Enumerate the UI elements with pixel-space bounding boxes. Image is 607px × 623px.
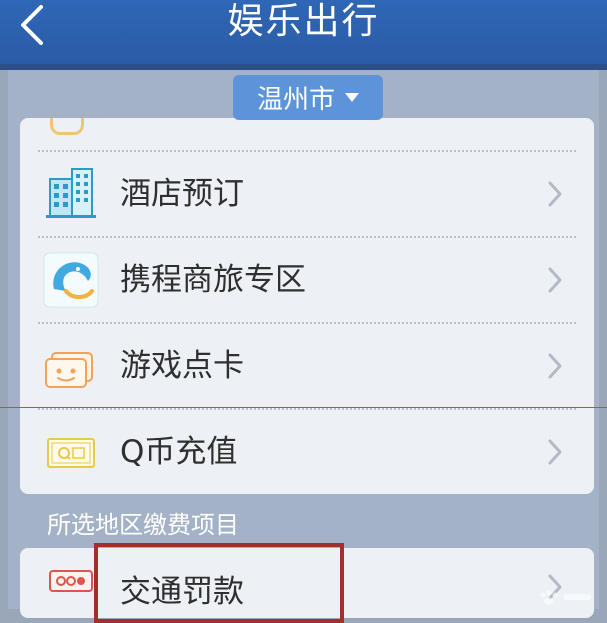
header-bar: 娱乐出行 [0, 0, 607, 64]
chevron-right-icon [548, 181, 562, 207]
menu-item-game-card[interactable]: 游戏点卡 [20, 323, 594, 409]
menu-item-label: Q币充值 [120, 434, 238, 470]
menu-item-ctrip[interactable]: 携程商旅专区 [20, 237, 594, 323]
page-title: 娱乐出行 [227, 1, 380, 42]
menu-item-q-coin[interactable]: Q币充值 [20, 409, 594, 495]
ctrip-dolphin-icon [42, 251, 100, 309]
menu-item-label: 游戏点卡 [120, 348, 244, 384]
q-coin-icon [42, 423, 100, 481]
hotel-icon [42, 165, 100, 223]
highlight-annotation-box [94, 543, 344, 623]
section-title: 所选地区缴费项目 [47, 511, 239, 539]
chevron-right-icon [548, 353, 562, 379]
game-card-icon [42, 337, 100, 395]
menu-card: 酒店预订 携程商旅专区 游戏点卡 Q币充值 [20, 118, 594, 494]
paw-watermark-icon [540, 590, 591, 605]
menu-item-hotel[interactable]: 酒店预订 [20, 151, 594, 237]
traffic-fine-icon [48, 568, 94, 594]
menu-item-label: 酒店预订 [120, 176, 244, 212]
partial-icon [50, 118, 84, 135]
chevron-right-icon [548, 439, 562, 465]
city-selector[interactable]: 温州市 [233, 75, 383, 120]
menu-item-label: 携程商旅专区 [120, 262, 306, 298]
chevron-right-icon [548, 267, 562, 293]
dropdown-arrow-icon [345, 93, 359, 102]
city-selector-label: 温州市 [256, 85, 335, 115]
annotation-line [0, 407, 607, 408]
